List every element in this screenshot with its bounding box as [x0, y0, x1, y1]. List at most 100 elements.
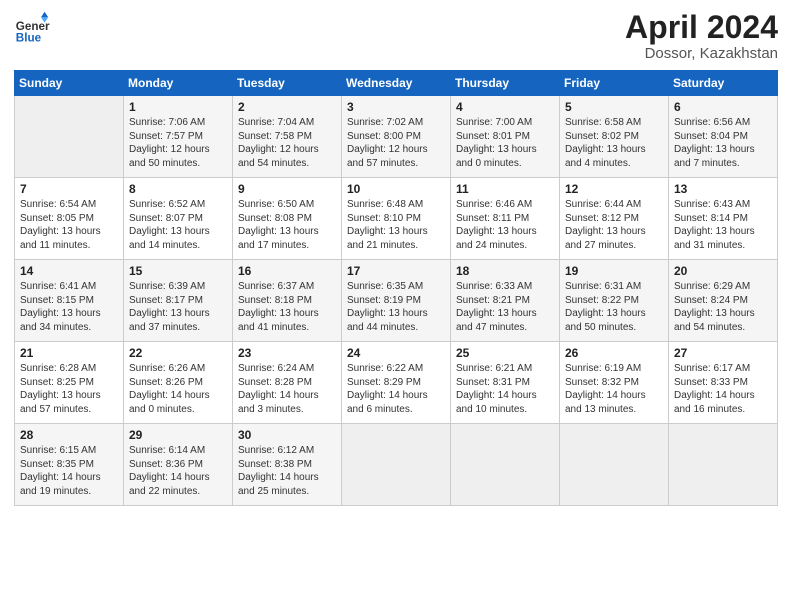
- day-number: 14: [20, 264, 118, 278]
- day-info: Sunrise: 6:31 AM Sunset: 8:22 PM Dayligh…: [565, 280, 663, 334]
- day-number: 6: [674, 100, 772, 114]
- day-info: Sunrise: 6:39 AM Sunset: 8:17 PM Dayligh…: [129, 280, 227, 334]
- day-info: Sunrise: 6:15 AM Sunset: 8:35 PM Dayligh…: [20, 444, 118, 498]
- day-number: 24: [347, 346, 445, 360]
- day-number: 5: [565, 100, 663, 114]
- day-info: Sunrise: 6:14 AM Sunset: 8:36 PM Dayligh…: [129, 444, 227, 498]
- day-info: Sunrise: 6:29 AM Sunset: 8:24 PM Dayligh…: [674, 280, 772, 334]
- calendar-week-row: 7Sunrise: 6:54 AM Sunset: 8:05 PM Daylig…: [15, 178, 778, 260]
- calendar-cell: 11 Sunrise: 6:46 AM Sunset: 8:11 PM Dayli…: [451, 178, 560, 260]
- calendar-cell: 25Sunrise: 6:21 AM Sunset: 8:31 PM Dayli…: [451, 342, 560, 424]
- calendar-cell: 19 Sunrise: 6:31 AM Sunset: 8:22 PM Dayli…: [560, 260, 669, 342]
- calendar-cell: 2 Sunrise: 7:04 AM Sunset: 7:58 PM Daylig…: [233, 96, 342, 178]
- day-info: Sunrise: 6:35 AM Sunset: 8:19 PM Dayligh…: [347, 280, 445, 334]
- calendar-cell: 23Sunrise: 6:24 AM Sunset: 8:28 PM Dayli…: [233, 342, 342, 424]
- calendar-cell: [560, 424, 669, 506]
- calendar-cell: 10 Sunrise: 6:48 AM Sunset: 8:10 PM Dayli…: [342, 178, 451, 260]
- day-number: 2: [238, 100, 336, 114]
- day-number: 25: [456, 346, 554, 360]
- day-number: 4: [456, 100, 554, 114]
- day-info: Sunrise: 6:41 AM Sunset: 8:15 PM Dayligh…: [20, 280, 118, 334]
- day-info: Sunrise: 6:12 AM Sunset: 8:38 PM Dayligh…: [238, 444, 336, 498]
- calendar-week-row: 21 Sunrise: 6:28 AM Sunset: 8:25 PM Dayli…: [15, 342, 778, 424]
- calendar-cell: 18Sunrise: 6:33 AM Sunset: 8:21 PM Dayli…: [451, 260, 560, 342]
- calendar-week-row: 14 Sunrise: 6:41 AM Sunset: 8:15 PM Dayli…: [15, 260, 778, 342]
- day-number: 11: [456, 182, 554, 196]
- logo: General Blue: [14, 10, 50, 46]
- day-number: 9: [238, 182, 336, 196]
- calendar-cell: 26 Sunrise: 6:19 AM Sunset: 8:32 PM Dayli…: [560, 342, 669, 424]
- calendar-cell: 21 Sunrise: 6:28 AM Sunset: 8:25 PM Dayli…: [15, 342, 124, 424]
- day-info: Sunrise: 6:43 AM Sunset: 8:14 PM Dayligh…: [674, 198, 772, 252]
- calendar-cell: 30 Sunrise: 6:12 AM Sunset: 8:38 PM Dayli…: [233, 424, 342, 506]
- day-number: 15: [129, 264, 227, 278]
- day-info: Sunrise: 6:50 AM Sunset: 8:08 PM Dayligh…: [238, 198, 336, 252]
- day-info: Sunrise: 6:19 AM Sunset: 8:32 PM Dayligh…: [565, 362, 663, 416]
- day-info: Sunrise: 7:00 AM Sunset: 8:01 PM Dayligh…: [456, 116, 554, 170]
- calendar-cell: 20 Sunrise: 6:29 AM Sunset: 8:24 PM Dayli…: [669, 260, 778, 342]
- day-info: Sunrise: 7:04 AM Sunset: 7:58 PM Dayligh…: [238, 116, 336, 170]
- day-number: 30: [238, 428, 336, 442]
- day-info: Sunrise: 6:46 AM Sunset: 8:11 PM Dayligh…: [456, 198, 554, 252]
- day-number: 16: [238, 264, 336, 278]
- day-number: 8: [129, 182, 227, 196]
- day-info: Sunrise: 7:06 AM Sunset: 7:57 PM Dayligh…: [129, 116, 227, 170]
- day-info: Sunrise: 6:56 AM Sunset: 8:04 PM Dayligh…: [674, 116, 772, 170]
- calendar-cell: 6 Sunrise: 6:56 AM Sunset: 8:04 PM Daylig…: [669, 96, 778, 178]
- location: Dossor, Kazakhstan: [625, 45, 778, 62]
- day-number: 3: [347, 100, 445, 114]
- calendar-cell: 16 Sunrise: 6:37 AM Sunset: 8:18 PM Dayli…: [233, 260, 342, 342]
- day-number: 7: [20, 182, 118, 196]
- day-number: 26: [565, 346, 663, 360]
- day-number: 19: [565, 264, 663, 278]
- day-number: 17: [347, 264, 445, 278]
- day-info: Sunrise: 6:52 AM Sunset: 8:07 PM Dayligh…: [129, 198, 227, 252]
- calendar-cell: 8 Sunrise: 6:52 AM Sunset: 8:07 PM Daylig…: [124, 178, 233, 260]
- calendar-cell: 15 Sunrise: 6:39 AM Sunset: 8:17 PM Dayli…: [124, 260, 233, 342]
- month-title: April 2024: [625, 10, 778, 45]
- calendar-cell: 12Sunrise: 6:44 AM Sunset: 8:12 PM Dayli…: [560, 178, 669, 260]
- calendar-week-row: 1Sunrise: 7:06 AM Sunset: 7:57 PM Daylig…: [15, 96, 778, 178]
- col-wednesday: Wednesday: [342, 71, 451, 96]
- day-info: Sunrise: 7:02 AM Sunset: 8:00 PM Dayligh…: [347, 116, 445, 170]
- calendar-cell: 28Sunrise: 6:15 AM Sunset: 8:35 PM Dayli…: [15, 424, 124, 506]
- page-container: General Blue April 2024 Dossor, Kazakhst…: [0, 0, 792, 612]
- calendar-cell: 22 Sunrise: 6:26 AM Sunset: 8:26 PM Dayli…: [124, 342, 233, 424]
- day-info: Sunrise: 6:48 AM Sunset: 8:10 PM Dayligh…: [347, 198, 445, 252]
- calendar-cell: 24 Sunrise: 6:22 AM Sunset: 8:29 PM Dayli…: [342, 342, 451, 424]
- day-number: 29: [129, 428, 227, 442]
- col-saturday: Saturday: [669, 71, 778, 96]
- calendar-cell: 9 Sunrise: 6:50 AM Sunset: 8:08 PM Daylig…: [233, 178, 342, 260]
- svg-text:Blue: Blue: [16, 32, 42, 45]
- day-number: 21: [20, 346, 118, 360]
- calendar-cell: 13 Sunrise: 6:43 AM Sunset: 8:14 PM Dayli…: [669, 178, 778, 260]
- day-number: 18: [456, 264, 554, 278]
- day-number: 13: [674, 182, 772, 196]
- calendar-header-row: Sunday Monday Tuesday Wednesday Thursday…: [15, 71, 778, 96]
- calendar-cell: [451, 424, 560, 506]
- day-number: 22: [129, 346, 227, 360]
- title-block: April 2024 Dossor, Kazakhstan: [625, 10, 778, 62]
- calendar-cell: 17 Sunrise: 6:35 AM Sunset: 8:19 PM Dayli…: [342, 260, 451, 342]
- calendar-cell: [669, 424, 778, 506]
- day-number: 10: [347, 182, 445, 196]
- day-info: Sunrise: 6:37 AM Sunset: 8:18 PM Dayligh…: [238, 280, 336, 334]
- calendar-week-row: 28Sunrise: 6:15 AM Sunset: 8:35 PM Dayli…: [15, 424, 778, 506]
- calendar-cell: 5Sunrise: 6:58 AM Sunset: 8:02 PM Daylig…: [560, 96, 669, 178]
- calendar-cell: [15, 96, 124, 178]
- header: General Blue April 2024 Dossor, Kazakhst…: [14, 10, 778, 62]
- day-info: Sunrise: 6:28 AM Sunset: 8:25 PM Dayligh…: [20, 362, 118, 416]
- col-sunday: Sunday: [15, 71, 124, 96]
- day-info: Sunrise: 6:22 AM Sunset: 8:29 PM Dayligh…: [347, 362, 445, 416]
- calendar-table: Sunday Monday Tuesday Wednesday Thursday…: [14, 70, 778, 506]
- calendar-cell: 7Sunrise: 6:54 AM Sunset: 8:05 PM Daylig…: [15, 178, 124, 260]
- calendar-cell: [342, 424, 451, 506]
- day-info: Sunrise: 6:44 AM Sunset: 8:12 PM Dayligh…: [565, 198, 663, 252]
- col-friday: Friday: [560, 71, 669, 96]
- day-info: Sunrise: 6:24 AM Sunset: 8:28 PM Dayligh…: [238, 362, 336, 416]
- day-number: 20: [674, 264, 772, 278]
- day-info: Sunrise: 6:26 AM Sunset: 8:26 PM Dayligh…: [129, 362, 227, 416]
- col-thursday: Thursday: [451, 71, 560, 96]
- day-number: 27: [674, 346, 772, 360]
- calendar-cell: 1Sunrise: 7:06 AM Sunset: 7:57 PM Daylig…: [124, 96, 233, 178]
